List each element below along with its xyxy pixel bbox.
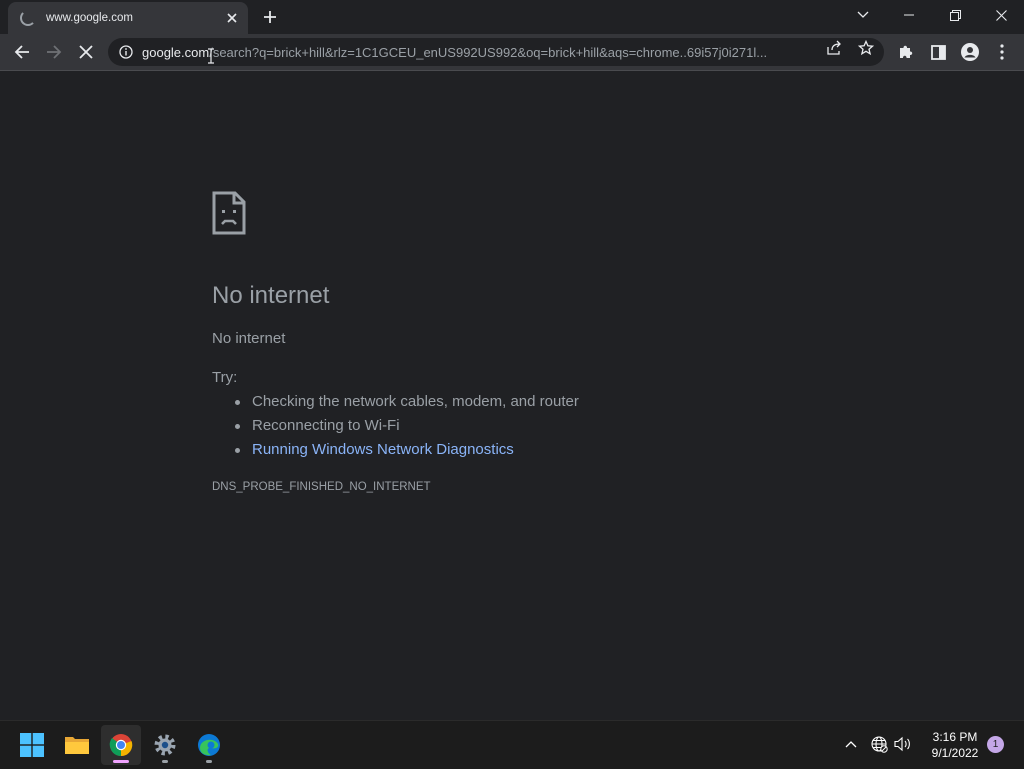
chrome-icon xyxy=(109,734,133,757)
error-heading: No internet xyxy=(212,282,330,309)
site-info-icon[interactable] xyxy=(119,45,133,59)
sad-document-icon xyxy=(212,191,246,235)
url-host: google.com xyxy=(142,44,210,60)
restore-button[interactable] xyxy=(932,0,978,30)
system-clock[interactable]: 3:16 PM 9/1/2022 xyxy=(920,729,990,761)
text-cursor-icon xyxy=(208,48,214,64)
file-explorer-icon xyxy=(65,737,89,754)
side-panel-icon[interactable] xyxy=(928,42,948,62)
url-path: /search?q=brick+hill&rlz=1C1GCEU_enUS992… xyxy=(209,44,768,60)
bookmark-star-icon[interactable] xyxy=(858,40,874,56)
browser-title-bar: www.google.com xyxy=(0,0,1024,34)
active-app-indicator xyxy=(113,760,129,763)
minimize-button[interactable] xyxy=(886,0,932,30)
edge-icon xyxy=(198,734,220,756)
notification-badge[interactable]: 1 xyxy=(987,736,1004,753)
tab-search-chevron-icon[interactable] xyxy=(840,0,886,30)
show-hidden-icons-chevron-icon[interactable] xyxy=(841,734,861,754)
suggestion-list: Checking the network cables, modem, and … xyxy=(212,390,579,462)
extensions-puzzle-icon[interactable] xyxy=(896,42,916,62)
address-bar[interactable]: google.com/search?q=brick+hill&rlz=1C1GC… xyxy=(108,38,884,66)
error-message: No internet xyxy=(212,330,286,347)
new-tab-button[interactable] xyxy=(258,6,282,28)
settings-icon xyxy=(154,734,176,756)
edge-taskbar-button[interactable] xyxy=(189,725,229,765)
url-text[interactable]: google.com/search?q=brick+hill&rlz=1C1GC… xyxy=(142,45,822,60)
start-button[interactable] xyxy=(12,725,52,765)
suggestion-check-cables: Checking the network cables, modem, and … xyxy=(212,390,579,414)
settings-taskbar-button[interactable] xyxy=(145,725,185,765)
file-explorer-button[interactable] xyxy=(57,725,97,765)
close-window-button[interactable] xyxy=(978,0,1024,30)
clock-time: 3:16 PM xyxy=(932,730,978,744)
try-label: Try: xyxy=(212,369,238,386)
network-globe-icon[interactable] xyxy=(869,734,889,754)
start-icon xyxy=(20,733,44,757)
tab-close-icon[interactable] xyxy=(224,10,240,26)
suggestion-reconnect-wifi: Reconnecting to Wi-Fi xyxy=(212,414,579,438)
error-page: No internet No internet Try: Checking th… xyxy=(0,71,1024,720)
tab-title: www.google.com xyxy=(46,12,133,24)
error-code: DNS_PROBE_FINISHED_NO_INTERNET xyxy=(212,481,431,493)
chrome-taskbar-button[interactable] xyxy=(101,725,141,765)
active-tab[interactable]: www.google.com xyxy=(8,2,248,34)
loading-spinner-icon xyxy=(20,10,36,26)
browser-toolbar: google.com/search?q=brick+hill&rlz=1C1GC… xyxy=(0,34,1024,71)
network-diagnostics-link[interactable]: Running Windows Network Diagnostics xyxy=(212,438,579,462)
running-app-indicator xyxy=(206,760,212,763)
profile-avatar-icon[interactable] xyxy=(960,42,980,62)
running-app-indicator xyxy=(162,760,168,763)
clock-date: 9/1/2022 xyxy=(931,746,979,760)
forward-button[interactable] xyxy=(40,38,68,66)
back-button[interactable] xyxy=(8,38,36,66)
windows-taskbar: 3:16 PM 9/1/2022 1 xyxy=(0,720,1024,769)
stop-loading-button[interactable] xyxy=(72,38,100,66)
menu-kebab-icon[interactable] xyxy=(992,42,1012,62)
volume-speaker-icon[interactable] xyxy=(893,734,913,754)
share-icon[interactable] xyxy=(826,40,842,56)
